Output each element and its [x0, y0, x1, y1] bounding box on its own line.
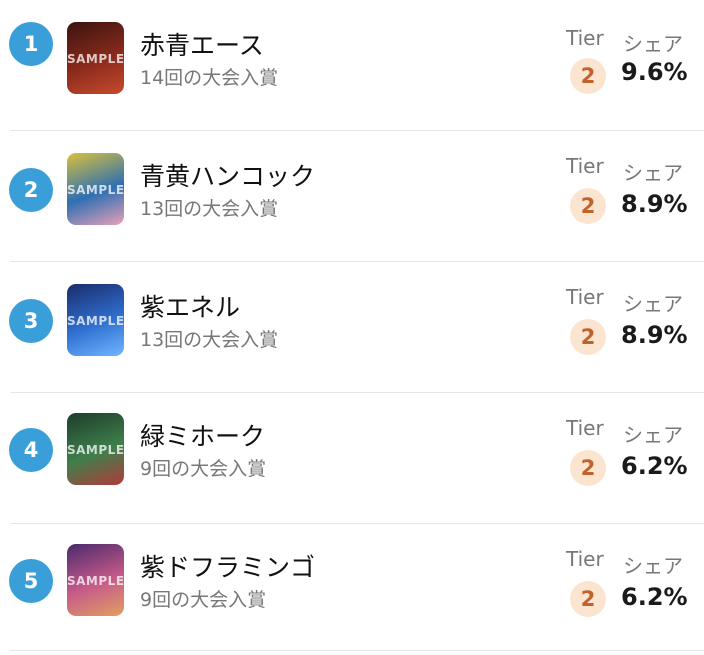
deck-name: 青黄ハンコック: [140, 162, 316, 191]
share-label: シェア: [623, 32, 683, 56]
list-item[interactable]: 2 SAMPLE 青黄ハンコック 13回の大会入賞 Tier シェア 2 8.9…: [0, 131, 704, 262]
deck-name: 緑ミホーク: [140, 422, 266, 451]
rank-badge: 4: [9, 428, 53, 472]
tier-badge: 2: [570, 581, 606, 617]
deck-name: 赤青エース: [140, 31, 264, 60]
share-value: 6.2%: [621, 452, 688, 480]
tournament-count: 9回の大会入賞: [140, 589, 267, 611]
tournament-count: 9回の大会入賞: [140, 458, 267, 480]
rank-badge: 3: [9, 299, 53, 343]
leader-card-thumbnail: SAMPLE: [67, 544, 124, 616]
leader-card-thumbnail: SAMPLE: [67, 153, 124, 225]
sample-watermark: SAMPLE: [67, 183, 124, 197]
tier-label: Tier: [566, 547, 604, 571]
tournament-count: 14回の大会入賞: [140, 67, 279, 89]
rank-badge: 1: [9, 22, 53, 66]
sample-watermark: SAMPLE: [67, 52, 124, 66]
sample-watermark: SAMPLE: [67, 574, 124, 588]
tier-badge: 2: [570, 450, 606, 486]
deck-name: 紫ドフラミンゴ: [140, 553, 316, 582]
tier-badge: 2: [570, 188, 606, 224]
list-item[interactable]: 5 SAMPLE 紫ドフラミンゴ 9回の大会入賞 Tier シェア 2 6.2%: [0, 524, 704, 655]
share-label: シェア: [623, 423, 683, 447]
share-label: シェア: [623, 161, 683, 185]
tournament-count: 13回の大会入賞: [140, 329, 279, 351]
tournament-count: 13回の大会入賞: [140, 198, 279, 220]
tier-badge: 2: [570, 58, 606, 94]
share-value: 6.2%: [621, 583, 688, 611]
deck-ranking-list: 1 SAMPLE 赤青エース 14回の大会入賞 Tier シェア 2 9.6% …: [0, 0, 704, 651]
tier-badge: 2: [570, 319, 606, 355]
share-value: 8.9%: [621, 321, 688, 349]
deck-name: 紫エネル: [140, 293, 241, 322]
list-item[interactable]: 4 SAMPLE 緑ミホーク 9回の大会入賞 Tier シェア 2 6.2%: [0, 393, 704, 524]
tier-label: Tier: [566, 154, 604, 178]
share-value: 9.6%: [621, 58, 688, 86]
sample-watermark: SAMPLE: [67, 443, 124, 457]
share-value: 8.9%: [621, 190, 688, 218]
list-item[interactable]: 3 SAMPLE 紫エネル 13回の大会入賞 Tier シェア 2 8.9%: [0, 262, 704, 393]
rank-badge: 2: [9, 168, 53, 212]
tier-label: Tier: [566, 285, 604, 309]
rank-badge: 5: [9, 559, 53, 603]
leader-card-thumbnail: SAMPLE: [67, 284, 124, 356]
tier-label: Tier: [566, 416, 604, 440]
tier-label: Tier: [566, 26, 604, 50]
leader-card-thumbnail: SAMPLE: [67, 413, 124, 485]
list-item[interactable]: 1 SAMPLE 赤青エース 14回の大会入賞 Tier シェア 2 9.6%: [0, 0, 704, 131]
leader-card-thumbnail: SAMPLE: [67, 22, 124, 94]
share-label: シェア: [623, 292, 683, 316]
share-label: シェア: [623, 554, 683, 578]
sample-watermark: SAMPLE: [67, 314, 124, 328]
